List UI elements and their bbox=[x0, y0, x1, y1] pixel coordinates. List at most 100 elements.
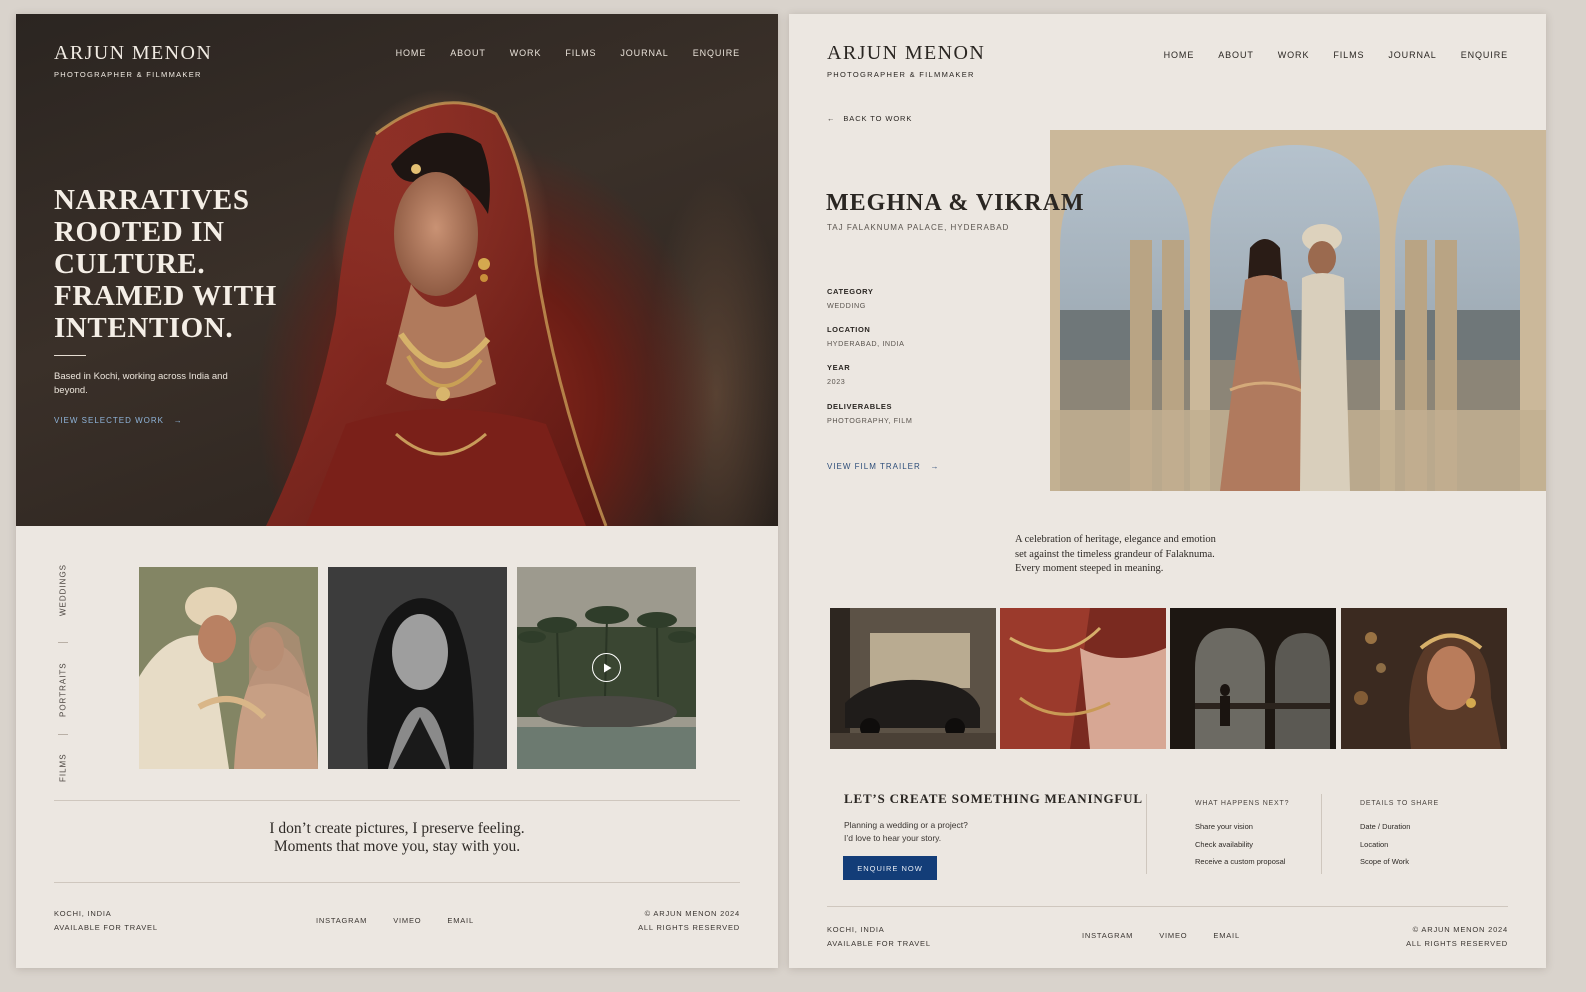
vimeo-link[interactable]: VIMEO bbox=[393, 916, 421, 925]
nav-home[interactable]: HOME bbox=[396, 48, 427, 58]
footer-location-text: KOCHI, INDIA bbox=[827, 925, 885, 934]
brand-name: ARJUN MENON bbox=[827, 42, 986, 64]
gallery-thumbnail[interactable] bbox=[1341, 608, 1507, 749]
section-divider bbox=[54, 800, 740, 801]
column-divider bbox=[1146, 794, 1147, 874]
nav-home[interactable]: HOME bbox=[1164, 50, 1195, 60]
hero-title-line: FRAMED WITH bbox=[54, 280, 277, 312]
meta-label: DELIVERABLES bbox=[827, 402, 893, 411]
nav-films[interactable]: FILMS bbox=[565, 48, 596, 58]
instagram-link[interactable]: INSTAGRAM bbox=[316, 916, 367, 925]
footer-social-links: INSTAGRAM VIMEO EMAIL bbox=[316, 916, 474, 925]
nav-journal[interactable]: JOURNAL bbox=[1388, 50, 1436, 60]
meta-label: LOCATION bbox=[827, 325, 871, 334]
category-tabs: WEDDINGS PORTRAITS FILMS bbox=[50, 554, 76, 786]
view-selected-work-link[interactable]: VIEW SELECTED WORK → bbox=[54, 416, 183, 425]
footer-location: KOCHI, INDIA AVAILABLE FOR TRAVEL bbox=[827, 923, 931, 951]
brand-logo[interactable]: ARJUN MENON PHOTOGRAPHER & FILMMAKER bbox=[54, 42, 212, 79]
project-description: A celebration of heritage, elegance and … bbox=[1015, 533, 1255, 577]
cta-text-line: I’d love to hear your story. bbox=[844, 832, 942, 843]
footer-travel-text: AVAILABLE FOR TRAVEL bbox=[827, 939, 931, 948]
copyright-text: © ARJUN MENON 2024 bbox=[644, 909, 740, 918]
meta-location: LOCATION HYDERABAD, INDIA bbox=[827, 325, 905, 348]
list-item: Check availability bbox=[1195, 839, 1253, 849]
project-hero-photo bbox=[1050, 130, 1546, 491]
list-item: Scope of Work bbox=[1360, 857, 1410, 866]
home-page-panel: ARJUN MENON PHOTOGRAPHER & FILMMAKER HOM… bbox=[16, 14, 778, 968]
rights-text: ALL RIGHTS RESERVED bbox=[638, 923, 740, 932]
meta-deliverables: DELIVERABLES PHOTOGRAPHY, FILM bbox=[827, 402, 912, 425]
view-selected-work-label: VIEW SELECTED WORK bbox=[54, 416, 165, 425]
cta-text: Planning a wedding or a project? I’d lov… bbox=[844, 819, 968, 844]
play-icon[interactable] bbox=[592, 653, 621, 682]
enquire-now-button[interactable]: ENQUIRE NOW bbox=[843, 856, 937, 880]
column-divider bbox=[1321, 794, 1322, 874]
tab-divider bbox=[58, 734, 68, 735]
arrow-right-icon: → bbox=[930, 462, 940, 471]
list-item: Receive a custom proposal bbox=[1195, 857, 1286, 866]
main-nav: HOME ABOUT WORK FILMS JOURNAL ENQUIRE bbox=[396, 48, 740, 58]
meta-label: CATEGORY bbox=[827, 287, 874, 296]
couple-arches-photo bbox=[1050, 130, 1546, 491]
list-item: Date / Duration bbox=[1360, 822, 1411, 831]
meta-value: 2023 bbox=[827, 377, 846, 386]
view-film-trailer-link[interactable]: VIEW FILM TRAILER → bbox=[827, 462, 939, 471]
hero-title-line: NARRATIVES bbox=[54, 184, 250, 216]
nav-films[interactable]: FILMS bbox=[1333, 50, 1364, 60]
nav-journal[interactable]: JOURNAL bbox=[620, 48, 668, 58]
project-title: MEGHNA & VIKRAM bbox=[826, 190, 1085, 216]
what-happens-next-list: Share your vision Check availability Rec… bbox=[1195, 818, 1285, 871]
meta-category: CATEGORY WEDDING bbox=[827, 287, 873, 310]
brand-tagline: PHOTOGRAPHER & FILMMAKER bbox=[54, 70, 202, 79]
nav-about[interactable]: ABOUT bbox=[450, 48, 486, 58]
hero-title-line: CULTURE. bbox=[54, 248, 206, 280]
gallery-thumbnail[interactable] bbox=[830, 608, 996, 749]
bride-portrait-photo bbox=[1341, 608, 1507, 749]
nav-enquire[interactable]: ENQUIRE bbox=[1461, 50, 1508, 60]
nav-work[interactable]: WORK bbox=[1278, 50, 1310, 60]
tab-divider bbox=[58, 642, 68, 643]
wedding-couple-thumbnail[interactable] bbox=[139, 567, 318, 769]
section-divider bbox=[54, 882, 740, 883]
tab-weddings[interactable]: WEDDINGS bbox=[50, 554, 76, 626]
email-link[interactable]: EMAIL bbox=[1213, 931, 1240, 940]
nav-enquire[interactable]: ENQUIRE bbox=[693, 48, 740, 58]
instagram-link[interactable]: INSTAGRAM bbox=[1082, 931, 1133, 940]
footer-copyright: © ARJUN MENON 2024 ALL RIGHTS RESERVED bbox=[638, 907, 740, 935]
footer-copyright: © ARJUN MENON 2024 ALL RIGHTS RESERVED bbox=[1406, 923, 1508, 951]
film-thumbnail[interactable] bbox=[517, 567, 696, 769]
email-link[interactable]: EMAIL bbox=[447, 916, 474, 925]
hero-section: ARJUN MENON PHOTOGRAPHER & FILMMAKER HOM… bbox=[16, 14, 778, 526]
rights-text: ALL RIGHTS RESERVED bbox=[1406, 939, 1508, 948]
meta-value: HYDERABAD, INDIA bbox=[827, 339, 905, 348]
brand-logo[interactable]: ARJUN MENON PHOTOGRAPHER & FILMMAKER bbox=[827, 42, 985, 79]
details-to-share-heading: DETAILS TO SHARE bbox=[1360, 800, 1439, 807]
portrait-photo bbox=[328, 567, 507, 769]
section-divider bbox=[827, 906, 1508, 907]
tab-films[interactable]: FILMS bbox=[50, 746, 76, 790]
gallery-thumbnail[interactable] bbox=[1000, 608, 1166, 749]
tab-portraits[interactable]: PORTRAITS bbox=[50, 654, 76, 726]
main-nav: HOME ABOUT WORK FILMS JOURNAL ENQUIRE bbox=[1164, 50, 1508, 60]
vintage-car-photo bbox=[830, 608, 996, 749]
view-film-trailer-label: VIEW FILM TRAILER bbox=[827, 462, 921, 471]
nav-work[interactable]: WORK bbox=[510, 48, 542, 58]
nav-about[interactable]: ABOUT bbox=[1218, 50, 1254, 60]
description-line: A celebration of heritage, elegance and … bbox=[1015, 534, 1216, 545]
cta-text-line: Planning a wedding or a project? bbox=[844, 820, 968, 830]
back-to-work-label: BACK TO WORK bbox=[843, 114, 913, 123]
hero-title-line: ROOTED IN bbox=[54, 216, 225, 248]
footer-travel-text: AVAILABLE FOR TRAVEL bbox=[54, 923, 158, 932]
brand-tagline: PHOTOGRAPHER & FILMMAKER bbox=[827, 70, 975, 79]
back-to-work-link[interactable]: ← BACK TO WORK bbox=[827, 114, 912, 123]
details-to-share-list: Date / Duration Location Scope of Work bbox=[1360, 818, 1410, 871]
vimeo-link[interactable]: VIMEO bbox=[1159, 931, 1187, 940]
quote-line: Moments that move you, stay with you. bbox=[273, 838, 521, 855]
cta-title: LET’S CREATE SOMETHING MEANINGFUL bbox=[844, 791, 1143, 806]
gallery-thumbnail[interactable] bbox=[1170, 608, 1336, 749]
portrait-thumbnail[interactable] bbox=[328, 567, 507, 769]
copyright-text: © ARJUN MENON 2024 bbox=[1412, 925, 1508, 934]
footer-location: KOCHI, INDIA AVAILABLE FOR TRAVEL bbox=[54, 907, 158, 935]
list-item: Share your vision bbox=[1195, 822, 1253, 831]
wedding-couple-photo bbox=[139, 567, 318, 769]
